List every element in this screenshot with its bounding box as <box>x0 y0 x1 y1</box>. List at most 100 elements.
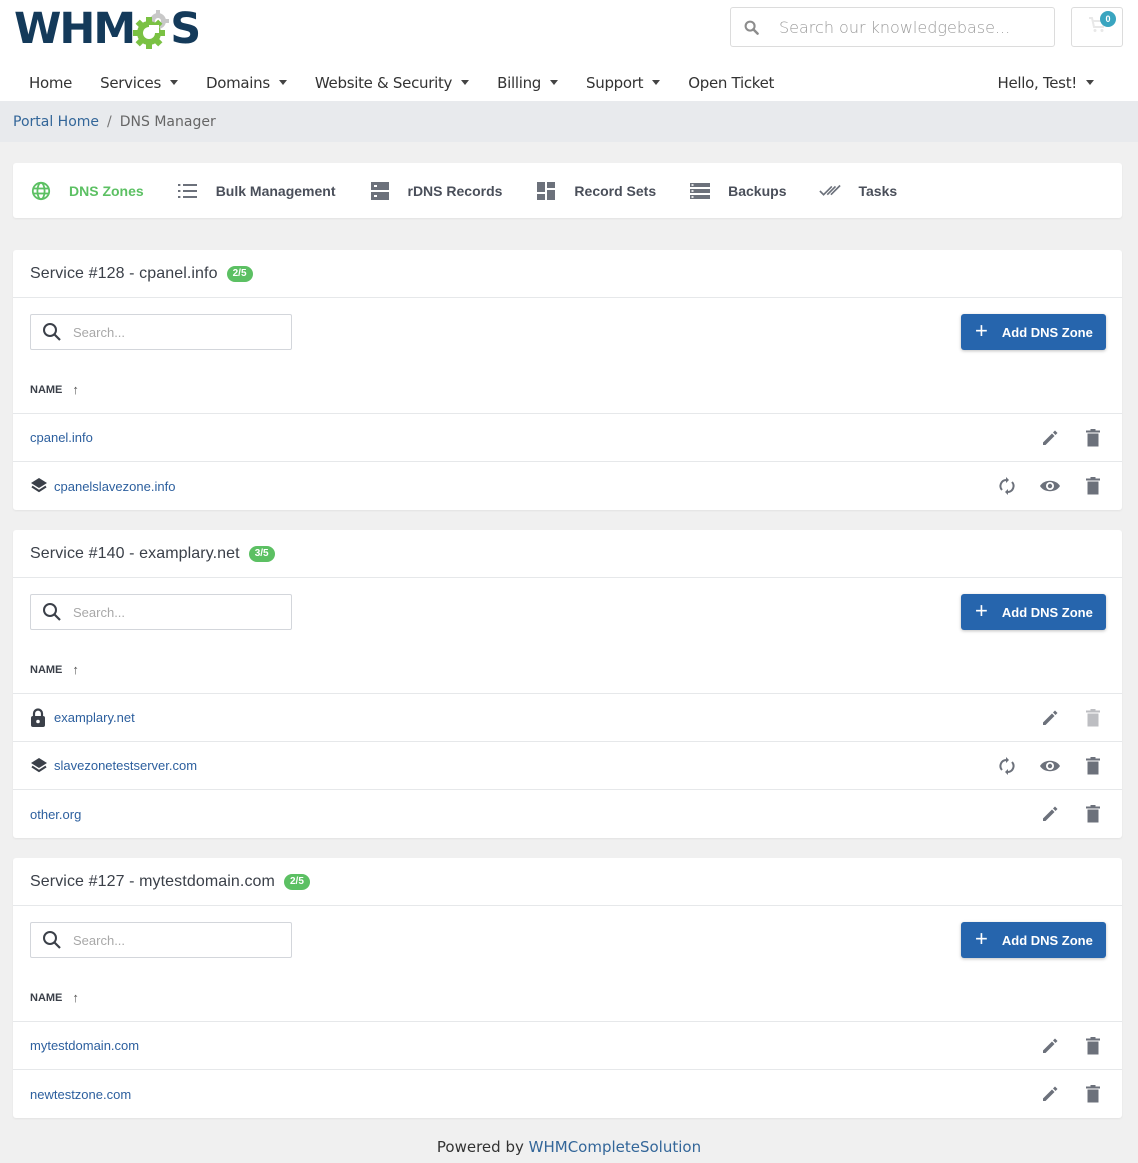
zone-search-input[interactable] <box>69 324 291 340</box>
delete-button[interactable] <box>1082 1035 1104 1057</box>
column-header-name[interactable]: NAME ↑ <box>13 366 1122 414</box>
tab-record-sets[interactable]: Record Sets <box>535 180 656 202</box>
edit-button[interactable] <box>1039 803 1061 825</box>
zone-name-link[interactable]: cpanelslavezone.info <box>54 479 175 494</box>
tab-label: Backups <box>728 182 787 199</box>
layers-icon <box>30 476 48 496</box>
caret-down-icon <box>461 80 470 85</box>
sync-icon <box>998 476 1016 496</box>
service-title: Service #140 - examplary.net <box>30 544 240 562</box>
column-label: NAME <box>30 663 63 676</box>
sync-button[interactable] <box>996 755 1018 777</box>
service-card-1: Service #140 - examplary.net 3/5 + Add DN… <box>13 530 1122 838</box>
caret-down-icon <box>652 80 661 85</box>
nav-label: Services <box>100 73 161 92</box>
user-greeting: Hello, Test! <box>997 73 1077 92</box>
nav-website-security[interactable]: Website & Security <box>301 74 483 92</box>
search-icon <box>35 930 69 950</box>
header: WHM S Search our knowledgebase... 0 Home… <box>0 0 1138 101</box>
trash-icon <box>1086 477 1100 495</box>
caret-down-icon <box>169 80 178 85</box>
list-icon <box>177 180 199 202</box>
plus-icon: + <box>975 926 988 951</box>
view-button[interactable] <box>1039 475 1061 497</box>
zone-search[interactable] <box>30 922 292 958</box>
zone-name-link[interactable]: other.org <box>30 807 81 822</box>
zone-name-link[interactable]: slavezonetestserver.com <box>54 758 197 773</box>
tab-backups[interactable]: Backups <box>689 180 786 202</box>
tab-label: DNS Zones <box>69 182 144 199</box>
service-header: Service #127 - mytestdomain.com 2/5 <box>13 858 1122 906</box>
zone-search[interactable] <box>30 314 292 350</box>
breadcrumb-current: DNS Manager <box>119 113 216 130</box>
zone-search[interactable] <box>30 594 292 630</box>
eye-icon <box>1039 759 1061 773</box>
zone-name-link[interactable]: cpanel.info <box>30 430 93 445</box>
zone-search-input[interactable] <box>69 932 291 948</box>
nav-domains[interactable]: Domains <box>192 74 301 92</box>
delete-button[interactable] <box>1082 475 1104 497</box>
delete-button-disabled <box>1082 707 1104 729</box>
add-dns-zone-button[interactable]: + Add DNS Zone <box>961 314 1106 350</box>
dashboard-icon <box>535 180 557 202</box>
sync-icon <box>998 756 1016 776</box>
nav-billing[interactable]: Billing <box>483 74 572 92</box>
nav-label: Open Ticket <box>688 73 775 92</box>
add-dns-zone-button[interactable]: + Add DNS Zone <box>961 922 1106 958</box>
service-card-2: Service #127 - mytestdomain.com 2/5 + Add… <box>13 858 1122 1118</box>
add-button-label: Add DNS Zone <box>1001 324 1093 340</box>
nav-services[interactable]: Services <box>86 74 192 92</box>
plus-icon: + <box>975 598 988 623</box>
nav-support[interactable]: Support <box>572 74 674 92</box>
nav-home[interactable]: Home <box>0 74 86 92</box>
trash-icon <box>1086 805 1100 823</box>
column-header-name[interactable]: NAME ↑ <box>13 974 1122 1022</box>
gear-logo-icon <box>132 9 172 49</box>
nav-open-ticket[interactable]: Open Ticket <box>674 74 788 92</box>
sync-button[interactable] <box>996 475 1018 497</box>
nav-label: Billing <box>497 73 542 92</box>
column-header-name[interactable]: NAME ↑ <box>13 646 1122 694</box>
edit-button[interactable] <box>1039 707 1061 729</box>
tab-label: Bulk Management <box>215 182 336 199</box>
tab-bulk-management[interactable]: Bulk Management <box>177 180 336 202</box>
zone-name-link[interactable]: examplary.net <box>54 710 135 725</box>
pencil-icon <box>1041 429 1059 447</box>
footer-link[interactable]: WHMCompleteSolution <box>529 1138 701 1156</box>
pencil-icon <box>1041 1085 1059 1103</box>
knowledgebase-search-input[interactable] <box>771 17 1054 37</box>
logo-text-left: WHM <box>14 3 136 54</box>
delete-button[interactable] <box>1082 803 1104 825</box>
delete-button[interactable] <box>1082 427 1104 449</box>
knowledgebase-search[interactable] <box>730 7 1055 47</box>
cart-button[interactable]: 0 <box>1071 7 1123 47</box>
tab-dns-zones[interactable]: DNS Zones <box>30 180 144 202</box>
zone-row: mytestdomain.com <box>13 1022 1122 1070</box>
edit-button[interactable] <box>1039 1035 1061 1057</box>
service-title: Service #127 - mytestdomain.com <box>30 872 275 890</box>
view-button[interactable] <box>1039 755 1061 777</box>
search-icon <box>35 602 69 622</box>
breadcrumb-portal-home[interactable]: Portal Home <box>13 114 99 130</box>
delete-button[interactable] <box>1082 1083 1104 1105</box>
zone-search-input[interactable] <box>69 604 291 620</box>
trash-icon <box>1086 708 1100 727</box>
service-header: Service #140 - examplary.net 3/5 <box>13 530 1122 578</box>
tab-rdns-records[interactable]: rDNS Records <box>369 180 503 202</box>
zone-row: examplary.net <box>13 694 1122 742</box>
tab-tasks[interactable]: Tasks <box>819 180 897 202</box>
edit-button[interactable] <box>1039 1083 1061 1105</box>
add-dns-zone-button[interactable]: + Add DNS Zone <box>961 594 1106 630</box>
zone-name-link[interactable]: mytestdomain.com <box>30 1038 139 1053</box>
user-menu[interactable]: Hello, Test! <box>968 74 1108 92</box>
trash-icon <box>1086 1085 1100 1103</box>
edit-button[interactable] <box>1039 427 1061 449</box>
tab-label: rDNS Records <box>407 182 503 199</box>
whmcs-logo[interactable]: WHM S <box>14 3 201 54</box>
zone-row: cpanelslavezone.info <box>13 462 1122 510</box>
trash-icon <box>1086 428 1100 447</box>
zone-name-link[interactable]: newtestzone.com <box>30 1087 131 1102</box>
logo-text-right: S <box>170 3 201 54</box>
delete-button[interactable] <box>1082 755 1104 777</box>
cart-count-badge: 0 <box>1100 11 1116 27</box>
